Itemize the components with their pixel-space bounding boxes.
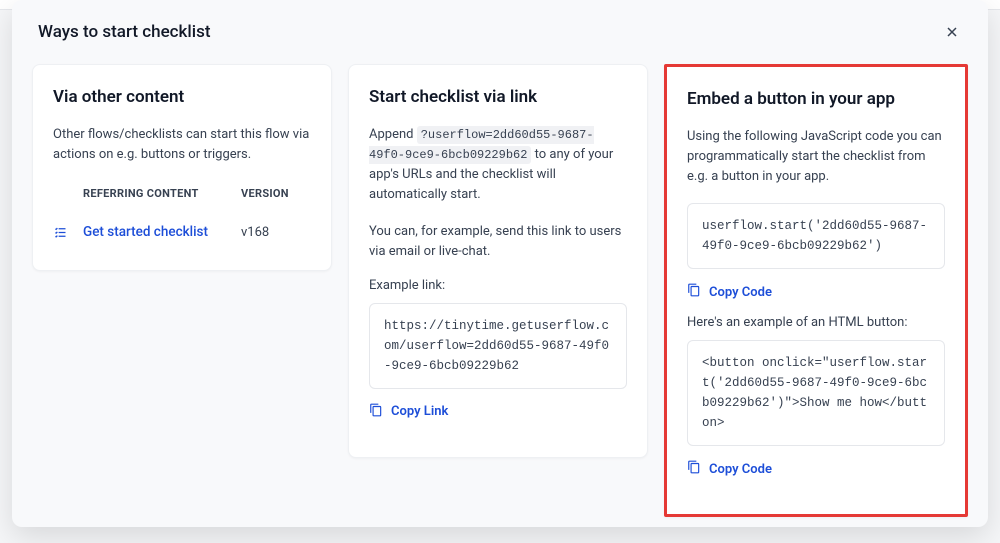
html-example-label: Here's an example of an HTML button: (687, 315, 945, 330)
example-link-code: https://tinytime.getuserflow.com/userflo… (369, 303, 627, 389)
card-title: Start checklist via link (369, 87, 627, 107)
card-embed-button: Embed a button in your app Using the fol… (664, 64, 968, 517)
copy-icon (687, 283, 701, 301)
copy-link-label: Copy Link (391, 404, 448, 419)
close-icon[interactable] (942, 22, 962, 42)
copy-code-label: Copy Code (709, 285, 772, 300)
copy-link-button[interactable]: Copy Link (369, 403, 627, 421)
card-description: Using the following JavaScript code you … (687, 127, 945, 187)
referring-content-link[interactable]: Get started checklist (83, 224, 241, 240)
card-start-via-link: Start checklist via link Append ?userflo… (348, 64, 648, 458)
version-value: v168 (241, 225, 311, 240)
modal-title: Ways to start checklist (38, 22, 211, 42)
example-link-label: Example link: (369, 278, 627, 293)
copy-icon (687, 460, 701, 478)
modal-header: Ways to start checklist (32, 22, 968, 42)
cards-row: Via other content Other flows/checklists… (32, 64, 968, 517)
card-description: Other flows/checklists can start this fl… (53, 125, 311, 165)
html-code-block: <button onclick="userflow.start('2dd60d5… (687, 340, 945, 446)
card-via-other-content: Via other content Other flows/checklists… (32, 64, 332, 271)
card-title: Via other content (53, 87, 311, 107)
th-referring-content: REFERRING CONTENT (53, 187, 241, 200)
start-checklist-modal: Ways to start checklist Via other conten… (12, 0, 988, 527)
card-title: Embed a button in your app (687, 89, 945, 109)
copy-icon (369, 403, 383, 421)
copy-code-button-2[interactable]: Copy Code (687, 460, 945, 478)
card-description: Append ?userflow=2dd60d55-9687-49f0-9ce9… (369, 125, 627, 206)
copy-code-label: Copy Code (709, 462, 772, 477)
card-description-2: You can, for example, send this link to … (369, 222, 627, 262)
checklist-icon (53, 225, 83, 240)
table-header: REFERRING CONTENT VERSION (53, 181, 311, 206)
table-row[interactable]: Get started checklist v168 (53, 216, 311, 248)
th-version: VERSION (241, 187, 311, 200)
js-code-block: userflow.start('2dd60d55-9687-49f0-9ce9-… (687, 203, 945, 269)
copy-code-button[interactable]: Copy Code (687, 283, 945, 301)
desc-text: Append (369, 127, 417, 142)
